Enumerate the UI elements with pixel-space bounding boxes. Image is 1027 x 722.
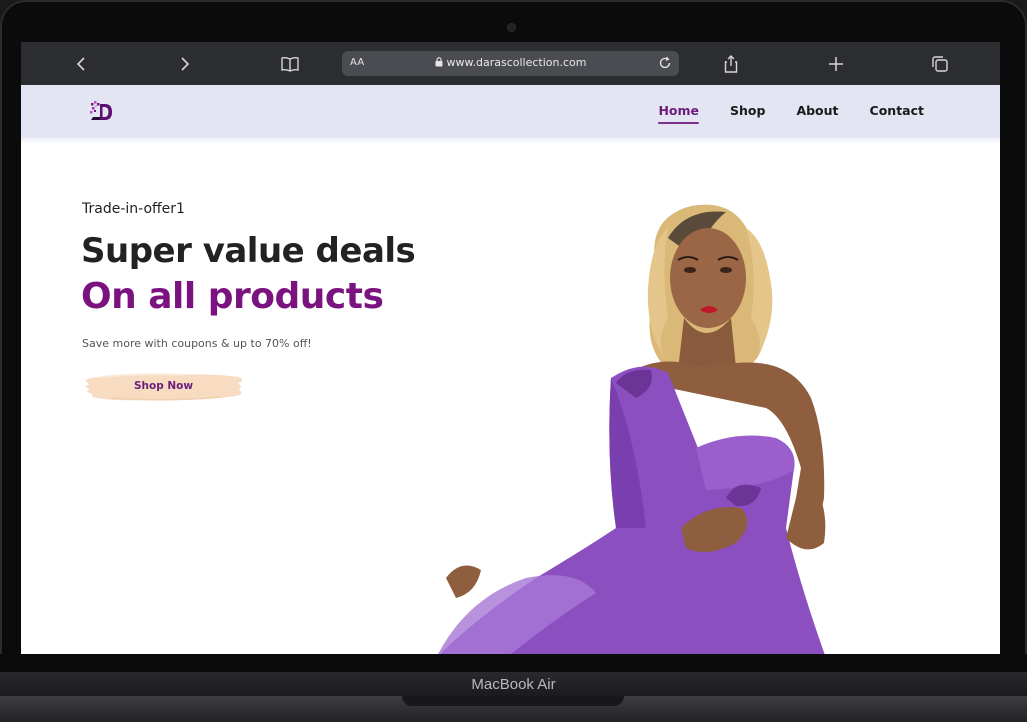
hero-kicker: Trade-in-offer1 — [82, 201, 185, 217]
new-tab-button[interactable] — [824, 52, 848, 76]
webcam-icon — [508, 24, 515, 31]
shop-now-label: Shop Now — [133, 380, 194, 392]
lock-icon — [435, 57, 443, 67]
nav-shop[interactable]: Shop — [730, 103, 765, 118]
laptop-notch — [402, 696, 624, 706]
back-button[interactable] — [69, 52, 93, 76]
share-icon — [724, 55, 738, 73]
browser-screen: AA www.darascollection.com Home Shop Abo… — [21, 42, 1000, 654]
tabs-overview-button[interactable] — [928, 52, 952, 76]
chevron-left-icon — [76, 57, 85, 71]
hero-headline: Super value deals — [81, 231, 416, 271]
nav-contact[interactable]: Contact — [870, 103, 924, 118]
book-icon — [281, 56, 299, 72]
chevron-right-icon — [181, 57, 190, 71]
share-button[interactable] — [719, 52, 743, 76]
main-nav: Home Shop About Contact — [627, 103, 924, 124]
url-text: www.darascollection.com — [446, 56, 587, 69]
logo-icon — [90, 101, 112, 120]
tabs-icon — [932, 56, 948, 72]
reload-icon[interactable] — [657, 55, 673, 71]
device-label: MacBook Air — [471, 676, 556, 693]
hero-section: Trade-in-offer1 Super value deals On all… — [21, 138, 1000, 654]
browser-toolbar: AA www.darascollection.com — [21, 42, 1000, 85]
bookmarks-button[interactable] — [278, 52, 302, 76]
address-bar[interactable]: AA www.darascollection.com — [342, 51, 679, 76]
plus-icon — [829, 57, 843, 71]
forward-button[interactable] — [173, 52, 197, 76]
hero-headline-accent: On all products — [81, 276, 384, 317]
nav-home[interactable]: Home — [658, 103, 699, 124]
hero-subtitle: Save more with coupons & up to 70% off! — [82, 337, 312, 350]
hero-model-image — [438, 204, 826, 654]
header-shadow — [21, 138, 1000, 144]
site-header: Home Shop About Contact — [21, 85, 1000, 138]
nav-about[interactable]: About — [796, 103, 838, 118]
site-logo[interactable] — [89, 98, 115, 127]
shop-now-button[interactable]: Shop Now — [81, 368, 246, 406]
